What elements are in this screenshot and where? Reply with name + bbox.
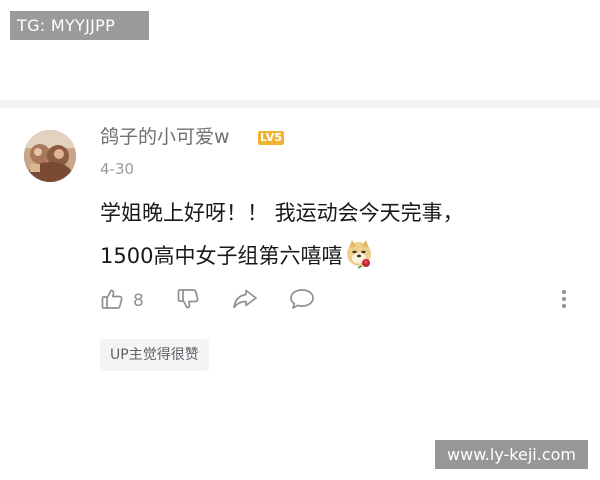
section-divider <box>0 100 600 108</box>
vertical-dots-icon <box>555 287 573 315</box>
watermark-top: TG: MYYJJPP <box>10 11 149 40</box>
reply-button[interactable] <box>288 286 316 316</box>
thumbs-up-icon <box>100 287 124 315</box>
more-options-button[interactable] <box>555 286 573 316</box>
avatar[interactable] <box>24 130 76 182</box>
comment-date: 4-30 <box>100 160 135 178</box>
like-count: 8 <box>133 291 144 311</box>
like-button[interactable]: 8 <box>100 286 144 316</box>
username[interactable]: 鸽子的小可爱w <box>100 124 230 150</box>
thumbs-down-icon <box>176 287 200 315</box>
level-badge: LV5 <box>258 131 285 145</box>
watermark-bottom: www.ly-keji.com <box>435 440 588 469</box>
comment-actions: 8 <box>100 286 580 316</box>
share-arrow-icon <box>231 287 259 315</box>
comment-text-line-1: 学姐晚上好呀！！ 我运动会今天完事， <box>100 201 464 225</box>
comment-text-line-2-text: 1500高中女子组第六嘻嘻 <box>100 244 343 268</box>
share-button[interactable] <box>231 286 259 316</box>
dislike-button[interactable] <box>176 286 200 316</box>
doge-rose-emoji-icon <box>344 239 374 269</box>
up-liked-tag: UP主觉得很赞 <box>100 339 209 371</box>
comment-screen: TG: MYYJJPP 鸽子的小可爱w LV5 4-30 学姐晚上好呀！！ 我运… <box>0 0 600 480</box>
speech-bubble-icon <box>288 287 316 315</box>
comment-text-line-2: 1500高中女子组第六嘻嘻 <box>100 239 374 271</box>
